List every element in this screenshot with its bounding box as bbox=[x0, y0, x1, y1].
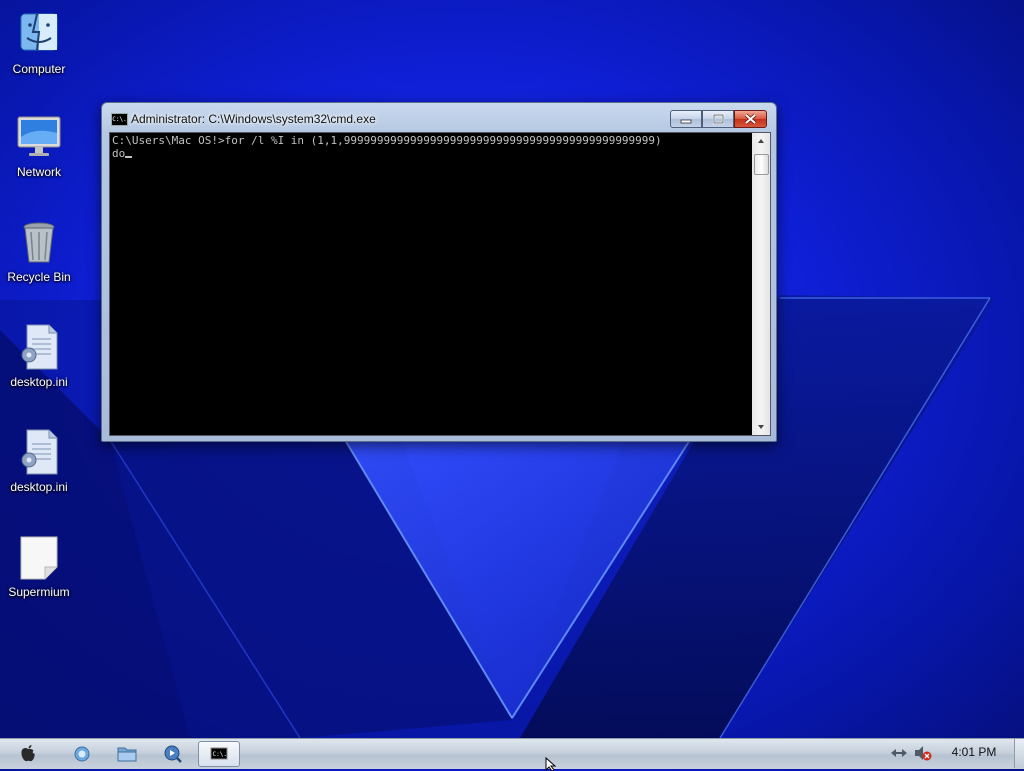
apple-menu-icon bbox=[21, 745, 35, 762]
desktop-icon-network[interactable]: Network bbox=[4, 113, 74, 179]
svg-text:C:\.: C:\. bbox=[213, 751, 227, 758]
taskbar-clock[interactable]: 4:01 PM bbox=[936, 745, 1012, 759]
cmd-taskbar-button[interactable]: C:\. bbox=[198, 741, 240, 767]
cmd-app-icon: C:\. bbox=[111, 113, 128, 126]
text-cursor bbox=[125, 156, 133, 158]
desktop-icon-desktop-ini-2[interactable]: desktop.ini bbox=[4, 428, 74, 494]
desktop-icon-label: desktop.ini bbox=[10, 480, 68, 494]
minimize-icon bbox=[680, 119, 692, 124]
desktop-icon-label: desktop.ini bbox=[10, 375, 68, 389]
folder-icon bbox=[117, 747, 137, 762]
monitor-icon bbox=[15, 113, 63, 161]
finder-icon bbox=[15, 10, 63, 58]
scroll-down-button[interactable] bbox=[752, 418, 770, 435]
console-line: C:\Users\Mac OS!>for /l %I in (1,1,99999… bbox=[112, 134, 662, 147]
console-line-with-cursor: do bbox=[112, 147, 751, 160]
trash-can-icon bbox=[15, 218, 63, 266]
cmd-window-title: Administrator: C:\Windows\system32\cmd.e… bbox=[131, 112, 376, 126]
media-player-icon bbox=[164, 745, 182, 763]
arrow-down-icon bbox=[758, 425, 764, 429]
settings-file-icon bbox=[15, 428, 63, 476]
browser-icon bbox=[74, 746, 90, 762]
desktop-icon-label: Computer bbox=[12, 62, 66, 76]
restore-icon bbox=[712, 113, 725, 125]
media-player-taskbar-button[interactable] bbox=[152, 741, 192, 767]
minimize-button[interactable] bbox=[670, 110, 702, 128]
folder-taskbar-button[interactable] bbox=[107, 741, 147, 767]
desktop-icon-label: Network bbox=[16, 165, 61, 179]
desktop-icon-recycle-bin[interactable]: Recycle Bin bbox=[4, 218, 74, 284]
cmd-titlebar[interactable]: C:\. Administrator: C:\Windows\system32\… bbox=[102, 103, 776, 133]
desktop-icon-supermium[interactable]: Supermium bbox=[4, 533, 74, 599]
cmd-client-area[interactable]: C:\Users\Mac OS!>for /l %I in (1,1,99999… bbox=[109, 132, 771, 436]
desktop-icon-label: Supermium bbox=[8, 585, 70, 599]
vertical-scrollbar[interactable] bbox=[752, 133, 770, 435]
blank-document-icon bbox=[15, 533, 63, 581]
maximize-button[interactable] bbox=[702, 110, 734, 128]
console-output[interactable]: C:\Users\Mac OS!>for /l %I in (1,1,99999… bbox=[110, 133, 751, 435]
volume-muted-icon[interactable] bbox=[912, 744, 934, 762]
settings-file-icon bbox=[15, 323, 63, 371]
browser-taskbar-button[interactable] bbox=[62, 741, 102, 767]
show-desktop-button[interactable] bbox=[1014, 739, 1024, 768]
console-line: do bbox=[112, 147, 126, 160]
scroll-up-button[interactable] bbox=[752, 133, 770, 150]
close-button[interactable] bbox=[734, 110, 767, 128]
network-icon[interactable] bbox=[888, 744, 910, 762]
apple-menu-button[interactable] bbox=[8, 741, 48, 767]
cmd-taskbar-icon: C:\. bbox=[210, 747, 228, 760]
arrow-up-icon bbox=[758, 139, 764, 143]
mouse-pointer-icon bbox=[545, 757, 557, 771]
desktop-icon-label: Recycle Bin bbox=[7, 270, 71, 284]
desktop-icon-computer[interactable]: Computer bbox=[4, 10, 74, 76]
desktop-icon-desktop-ini-1[interactable]: desktop.ini bbox=[4, 323, 74, 389]
taskbar: C:\. bbox=[0, 738, 1024, 769]
close-icon bbox=[744, 113, 757, 125]
scrollbar-thumb[interactable] bbox=[754, 154, 769, 175]
cmd-window[interactable]: C:\. Administrator: C:\Windows\system32\… bbox=[101, 102, 777, 442]
